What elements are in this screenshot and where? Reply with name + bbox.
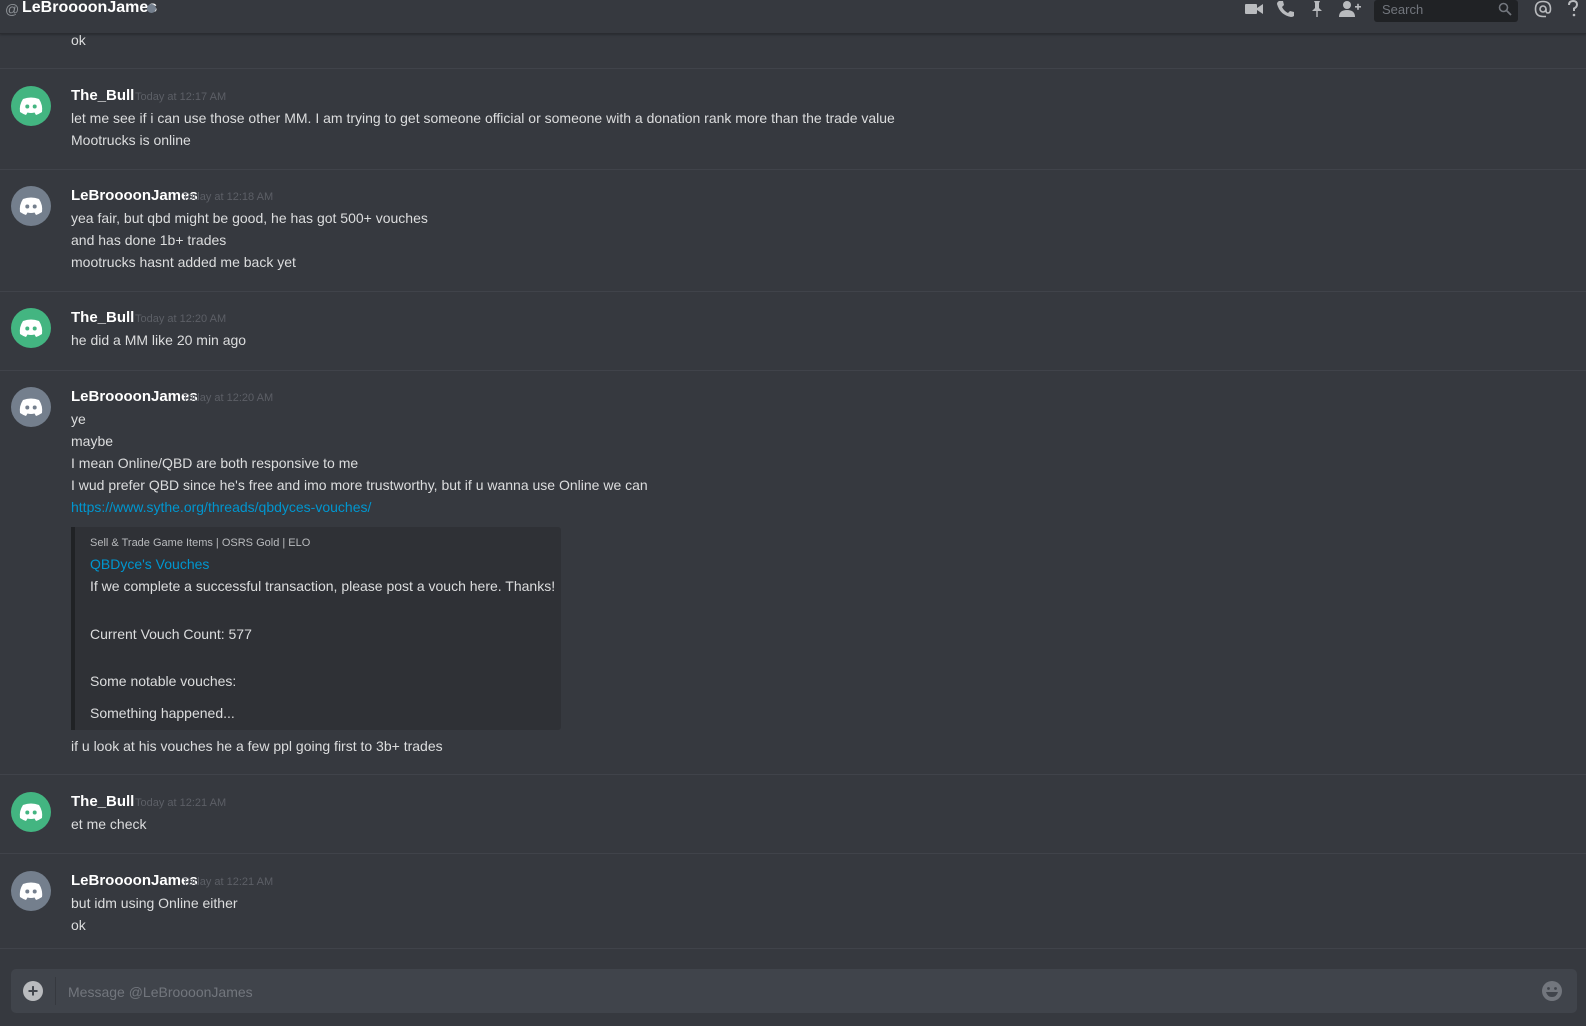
message-divider [0,68,1586,69]
message-timestamp: Today at 12:17 AM [135,91,227,103]
message-list: ok The_Bull Today at 12:17 AM let me see… [0,0,1586,950]
message-text: ok [71,917,86,933]
avatar[interactable] [11,86,51,126]
message-author[interactable]: The_Bull [71,793,134,810]
message-author[interactable]: LeBroooonJames [71,187,198,204]
message-timestamp: Today at 12:21 AM [182,876,274,888]
link-embed: Sell & Trade Game Items | OSRS Gold | EL… [71,527,561,730]
video-call-icon[interactable] [1244,0,1264,18]
message-text: I mean Online/QBD are both responsive to… [71,455,359,471]
discord-logo-icon [19,398,43,416]
message-input[interactable] [66,980,1510,1004]
message-author[interactable]: The_Bull [71,87,134,104]
avatar[interactable] [11,871,51,911]
message-text: if u look at his vouches he a few ppl go… [71,738,443,754]
message-timestamp: Today at 12:21 AM [135,797,227,809]
upload-plus-icon[interactable]: + [23,981,43,1001]
search-bar[interactable]: Search [1374,0,1518,22]
dm-recipient-name: LeBroooonJames [22,0,158,16]
search-icon[interactable] [1498,2,1512,16]
embed-description: Something happened... [90,705,235,721]
message-text: I wud prefer QBD since he's free and imo… [71,477,648,493]
composer-divider [55,977,56,1005]
message-text: he did a MM like 20 min ago [71,332,247,348]
embed-title-link[interactable]: QBDyce's Vouches [90,556,209,572]
message-divider [0,948,1586,949]
message-composer: + [11,969,1577,1013]
discord-logo-icon [19,319,43,337]
message-divider [0,853,1586,854]
message-text: Mootrucks is online [71,132,191,148]
message-timestamp: Today at 12:20 AM [182,392,274,404]
search-placeholder: Search [1382,2,1424,17]
add-friend-icon[interactable] [1339,0,1361,18]
message-text: maybe [71,433,114,449]
avatar[interactable] [11,308,51,348]
discord-logo-icon [19,882,43,900]
avatar[interactable] [11,186,51,226]
message-text: let me see if i can use those other MM. … [71,110,895,126]
voice-call-icon[interactable] [1276,0,1296,18]
message-timestamp: Today at 12:18 AM [182,191,274,203]
mention-icon[interactable] [1534,0,1552,18]
message-text: and has done 1b+ trades [71,232,227,248]
message-divider [0,291,1586,292]
help-icon[interactable] [1566,0,1580,18]
message-text: et me check [71,816,147,832]
discord-logo-icon [19,803,43,821]
channel-header: @ LeBroooonJames Search [0,0,1586,34]
message-divider [0,370,1586,371]
emoji-picker-icon[interactable] [1541,980,1563,1002]
message-text: but idm using Online either [71,895,238,911]
message-divider [0,774,1586,775]
embed-provider[interactable]: Sell & Trade Game Items | OSRS Gold | EL… [90,537,310,549]
message-author[interactable]: The_Bull [71,309,134,326]
embed-description: If we complete a successful transaction,… [90,578,556,594]
at-symbol: @ [5,1,20,17]
embed-description: Current Vouch Count: 577 [90,626,252,642]
status-indicator [147,4,156,13]
message-text: mootrucks hasnt added me back yet [71,254,296,270]
message-author[interactable]: LeBroooonJames [71,872,198,889]
discord-logo-icon [19,197,43,215]
avatar[interactable] [11,792,51,832]
message-author[interactable]: LeBroooonJames [71,388,198,405]
message-text: ok [71,32,86,48]
message-link[interactable]: https://www.sythe.org/threads/qbdyces-vo… [71,499,371,515]
discord-logo-icon [19,97,43,115]
message-text: ye [71,411,86,427]
message-timestamp: Today at 12:20 AM [135,313,227,325]
avatar[interactable] [11,387,51,427]
pin-icon[interactable] [1309,0,1325,18]
message-text: yea fair, but qbd might be good, he has … [71,210,428,226]
embed-description: Some notable vouches: [90,673,237,689]
message-divider [0,169,1586,170]
